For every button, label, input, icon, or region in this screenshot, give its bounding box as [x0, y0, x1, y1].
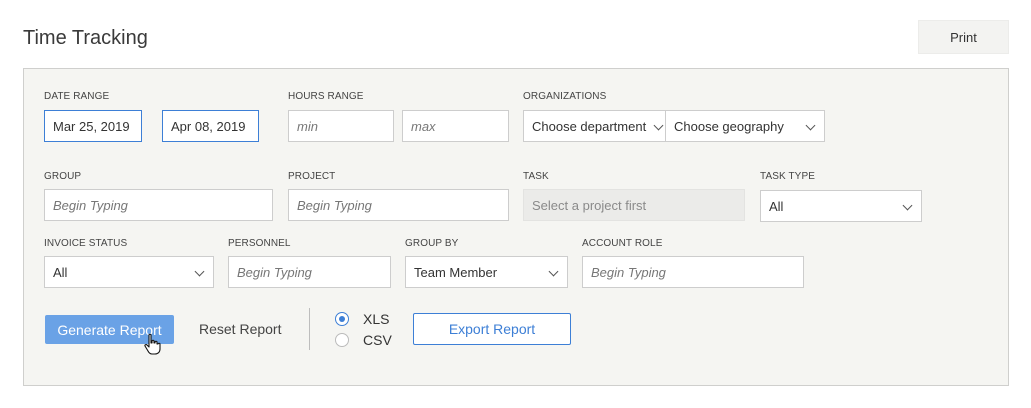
group-label: GROUP	[44, 171, 82, 182]
personnel-label: PERSONNEL	[228, 238, 291, 249]
hours-min-input[interactable]: min	[288, 110, 394, 142]
export-report-button[interactable]: Export Report	[413, 313, 571, 345]
chevron-down-icon	[194, 266, 205, 277]
group-by-label: GROUP BY	[405, 238, 459, 249]
task-type-select[interactable]: All	[760, 190, 922, 222]
task-input: Select a project first	[523, 189, 745, 221]
invoice-status-label: INVOICE STATUS	[44, 238, 128, 249]
geography-select-value: Choose geography	[674, 118, 784, 134]
group-by-select[interactable]: Team Member	[405, 256, 568, 288]
chevron-down-icon	[805, 120, 816, 131]
xls-radio-label[interactable]: XLS	[363, 311, 389, 327]
chevron-down-icon	[548, 266, 559, 277]
account-role-label: ACCOUNT ROLE	[582, 238, 663, 249]
account-role-input[interactable]: Begin Typing	[582, 256, 804, 288]
xls-radio[interactable]	[335, 312, 349, 326]
group-by-select-value: Team Member	[414, 264, 498, 280]
organizations-label: ORGANIZATIONS	[523, 91, 607, 102]
chevron-down-icon	[902, 200, 913, 211]
actions-divider	[309, 308, 310, 350]
project-label: PROJECT	[288, 171, 336, 182]
start-date-input[interactable]: Mar 25, 2019	[44, 110, 142, 142]
hours-range-label: HOURS RANGE	[288, 91, 364, 102]
csv-radio-label[interactable]: CSV	[363, 332, 392, 348]
hand-pointer-icon	[144, 333, 161, 355]
task-type-label: TASK TYPE	[760, 171, 815, 182]
group-input[interactable]: Begin Typing	[44, 189, 273, 221]
csv-radio[interactable]	[335, 333, 349, 347]
print-button[interactable]: Print	[918, 20, 1009, 54]
chevron-down-icon	[653, 120, 664, 131]
date-range-label: DATE RANGE	[44, 91, 110, 102]
invoice-status-select-value: All	[53, 264, 68, 280]
end-date-input[interactable]: Apr 08, 2019	[162, 110, 259, 142]
geography-select[interactable]: Choose geography	[665, 110, 825, 142]
invoice-status-select[interactable]: All	[44, 256, 214, 288]
department-select[interactable]: Choose department	[523, 110, 673, 142]
project-input[interactable]: Begin Typing	[288, 189, 509, 221]
personnel-input[interactable]: Begin Typing	[228, 256, 391, 288]
department-select-value: Choose department	[532, 118, 647, 134]
task-type-select-value: All	[769, 198, 784, 214]
page-title: Time Tracking	[23, 27, 148, 49]
reset-report-button[interactable]: Reset Report	[199, 321, 281, 337]
hours-max-input[interactable]: max	[402, 110, 509, 142]
filter-panel: DATE RANGE Mar 25, 2019 Apr 08, 2019 HOU…	[23, 68, 1009, 386]
task-label: TASK	[523, 171, 549, 182]
